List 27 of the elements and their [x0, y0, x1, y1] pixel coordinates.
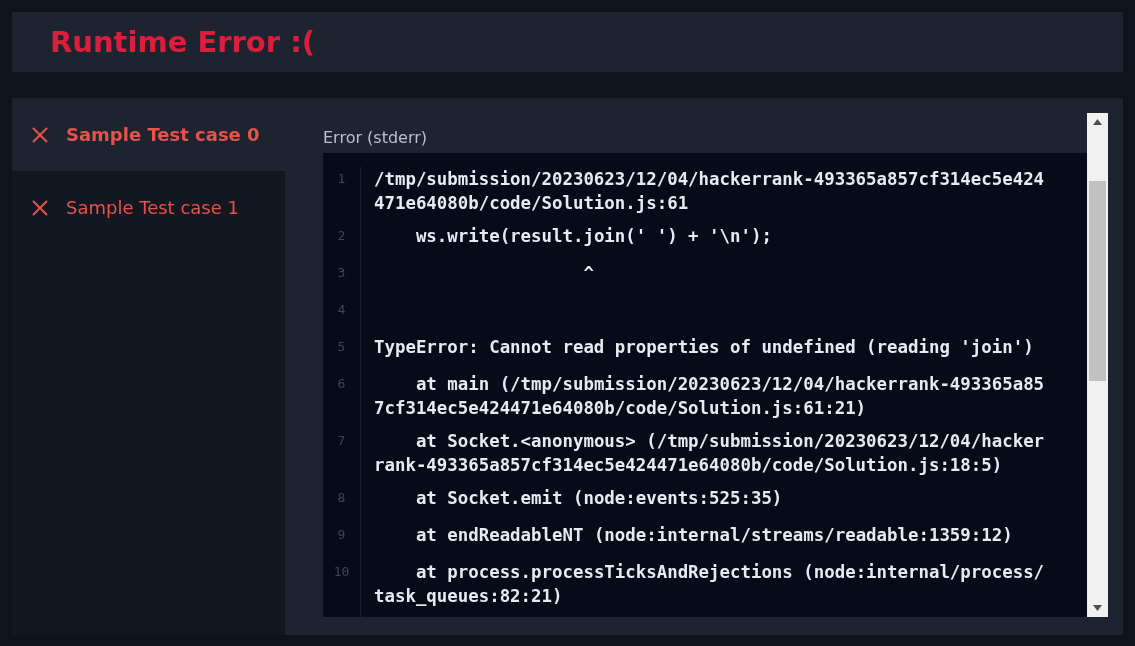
- page-title: Runtime Error :(: [50, 25, 315, 59]
- line-number: 4: [323, 298, 361, 335]
- code-line: ^: [582, 262, 595, 285]
- output-label: Error (stderr): [323, 128, 429, 147]
- code-line: ws.write(result.join(' ') + '\n');: [414, 225, 773, 248]
- scrollbar[interactable]: [1087, 113, 1108, 617]
- line-number: 6: [323, 372, 361, 429]
- cross-icon: [30, 124, 50, 145]
- code-line: at Socket.emit (node:events:525:35): [414, 487, 784, 510]
- code-line: at endReadableNT (node:internal/streams/readable:1359:12): [414, 524, 1014, 547]
- line-number: 10: [323, 560, 361, 617]
- line-number: 7: [323, 429, 361, 486]
- code-line: /tmp/submission/20230623/12/04/hackerrank-493365a857cf314ec5e424471e64080b/code/Solution.js:61: [373, 168, 1046, 211]
- scroll-up-icon[interactable]: [1093, 119, 1102, 125]
- line-number: 1: [323, 167, 361, 224]
- line-number: 3: [323, 261, 361, 298]
- cross-icon: [30, 197, 50, 218]
- code-line: at main (/tmp/submission/20230623/12/04/hackerrank-493365a857cf314ec5e424471e64080b/code/Solution.js:61:21): [373, 373, 1046, 416]
- test-case-tab[interactable]: Sample Test case 1: [12, 171, 285, 244]
- line-number: 2: [323, 224, 361, 261]
- code-line: at process.processTicksAndRejections (node:internal/process/task_queues:82:21): [373, 561, 1046, 604]
- line-number: 9: [323, 523, 361, 560]
- scroll-down-icon[interactable]: [1093, 605, 1102, 611]
- code-line: at Socket.<anonymous> (/tmp/submission/20230623/12/04/hackerrank-493365a857cf314ec5e424471e64080b/code/Solution.js:18:5): [373, 430, 1046, 473]
- code-line: TypeError: Cannot read properties of undefined (reading 'join'): [373, 336, 1035, 359]
- line-number: 5: [323, 335, 361, 372]
- line-number: 8: [323, 486, 361, 523]
